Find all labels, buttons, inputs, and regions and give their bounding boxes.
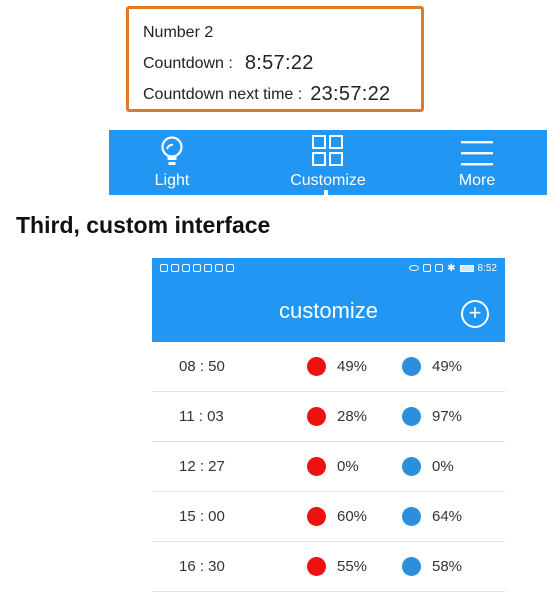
bulb-icon — [159, 130, 185, 168]
notification-icon — [215, 264, 223, 272]
nav-active-indicator — [324, 190, 328, 195]
nav-customize[interactable]: Customize — [279, 130, 377, 195]
countdown-title-line: Number 2 — [143, 17, 421, 48]
countdown-panel: Number 2 Countdown : 8:57:22 Countdown n… — [126, 6, 424, 112]
phone-screen: ✱ 8:52 customize + 08 : 50 49% 49% 11 : … — [152, 258, 505, 594]
hd-icon — [160, 264, 168, 272]
red-dot-icon — [307, 357, 326, 376]
add-button[interactable]: + — [461, 300, 489, 328]
notification-icon — [204, 264, 212, 272]
row-time: 15 : 00 — [179, 508, 225, 525]
nfc-icon — [423, 264, 432, 272]
blue-dot-icon — [402, 357, 421, 376]
countdown-value: 8:57:22 — [244, 52, 314, 74]
row-time: 11 : 03 — [179, 408, 224, 425]
vibrate-icon — [435, 264, 444, 272]
red-dot-icon — [307, 457, 326, 476]
countdown-next-line: Countdown next time : 23:57:22 — [143, 79, 421, 110]
status-time: 8:52 — [477, 262, 497, 274]
red-value: 60% — [337, 508, 368, 525]
blue-value: 97% — [432, 408, 463, 425]
plus-circle-icon: + — [468, 300, 482, 325]
nav-light[interactable]: Light — [139, 130, 205, 195]
bottom-nav: Light Customize More — [109, 130, 547, 195]
signal-icon — [171, 264, 179, 272]
red-value: 0% — [337, 458, 359, 475]
list-item[interactable]: 08 : 50 49% 49% — [152, 342, 505, 392]
status-bar: ✱ 8:52 — [152, 258, 505, 278]
blue-value: 49% — [432, 358, 463, 375]
red-dot-icon — [307, 557, 326, 576]
countdown-next-value: 23:57:22 — [310, 83, 391, 105]
notification-icon — [193, 264, 201, 272]
eye-icon — [409, 265, 420, 271]
list-item[interactable]: 15 : 00 60% 64% — [152, 492, 505, 542]
menu-icon — [460, 130, 494, 168]
wifi-icon — [182, 264, 190, 272]
page-title: customize — [278, 298, 379, 323]
bluetooth-icon: ✱ — [447, 262, 456, 274]
blue-dot-icon — [402, 407, 421, 426]
blue-value: 64% — [432, 508, 463, 525]
nav-more[interactable]: More — [447, 130, 507, 195]
blue-dot-icon — [402, 557, 421, 576]
countdown-line: Countdown : 8:57:22 — [143, 48, 421, 79]
nav-customize-label: Customize — [290, 172, 366, 189]
countdown-title: Number 2 — [143, 23, 214, 41]
red-value: 49% — [337, 358, 368, 375]
row-time: 16 : 30 — [179, 558, 225, 575]
app-header: ✱ 8:52 customize + — [152, 258, 505, 342]
countdown-label: Countdown : — [143, 54, 233, 72]
nav-more-label: More — [458, 172, 496, 189]
nav-light-label: Light — [154, 172, 190, 189]
red-value: 28% — [337, 408, 368, 425]
blue-dot-icon — [402, 457, 421, 476]
blue-dot-icon — [402, 507, 421, 526]
countdown-next-label: Countdown next time : — [143, 85, 303, 103]
schedule-list: 08 : 50 49% 49% 11 : 03 28% 97% 12 : 27 … — [152, 342, 505, 592]
status-icons-right: ✱ 8:52 — [409, 263, 497, 274]
red-dot-icon — [307, 407, 326, 426]
list-item[interactable]: 11 : 03 28% 97% — [152, 392, 505, 442]
notification-icon — [226, 264, 234, 272]
red-value: 55% — [337, 558, 368, 575]
row-time: 08 : 50 — [179, 358, 225, 375]
grid-icon — [311, 130, 345, 168]
red-dot-icon — [307, 507, 326, 526]
blue-value: 0% — [432, 458, 454, 475]
list-item[interactable]: 12 : 27 0% 0% — [152, 442, 505, 492]
list-item[interactable]: 16 : 30 55% 58% — [152, 542, 505, 592]
battery-icon — [459, 264, 474, 272]
status-icons-left — [160, 264, 234, 272]
row-time: 12 : 27 — [179, 458, 225, 475]
blue-value: 58% — [432, 558, 463, 575]
section-heading: Third, custom interface — [16, 212, 271, 238]
